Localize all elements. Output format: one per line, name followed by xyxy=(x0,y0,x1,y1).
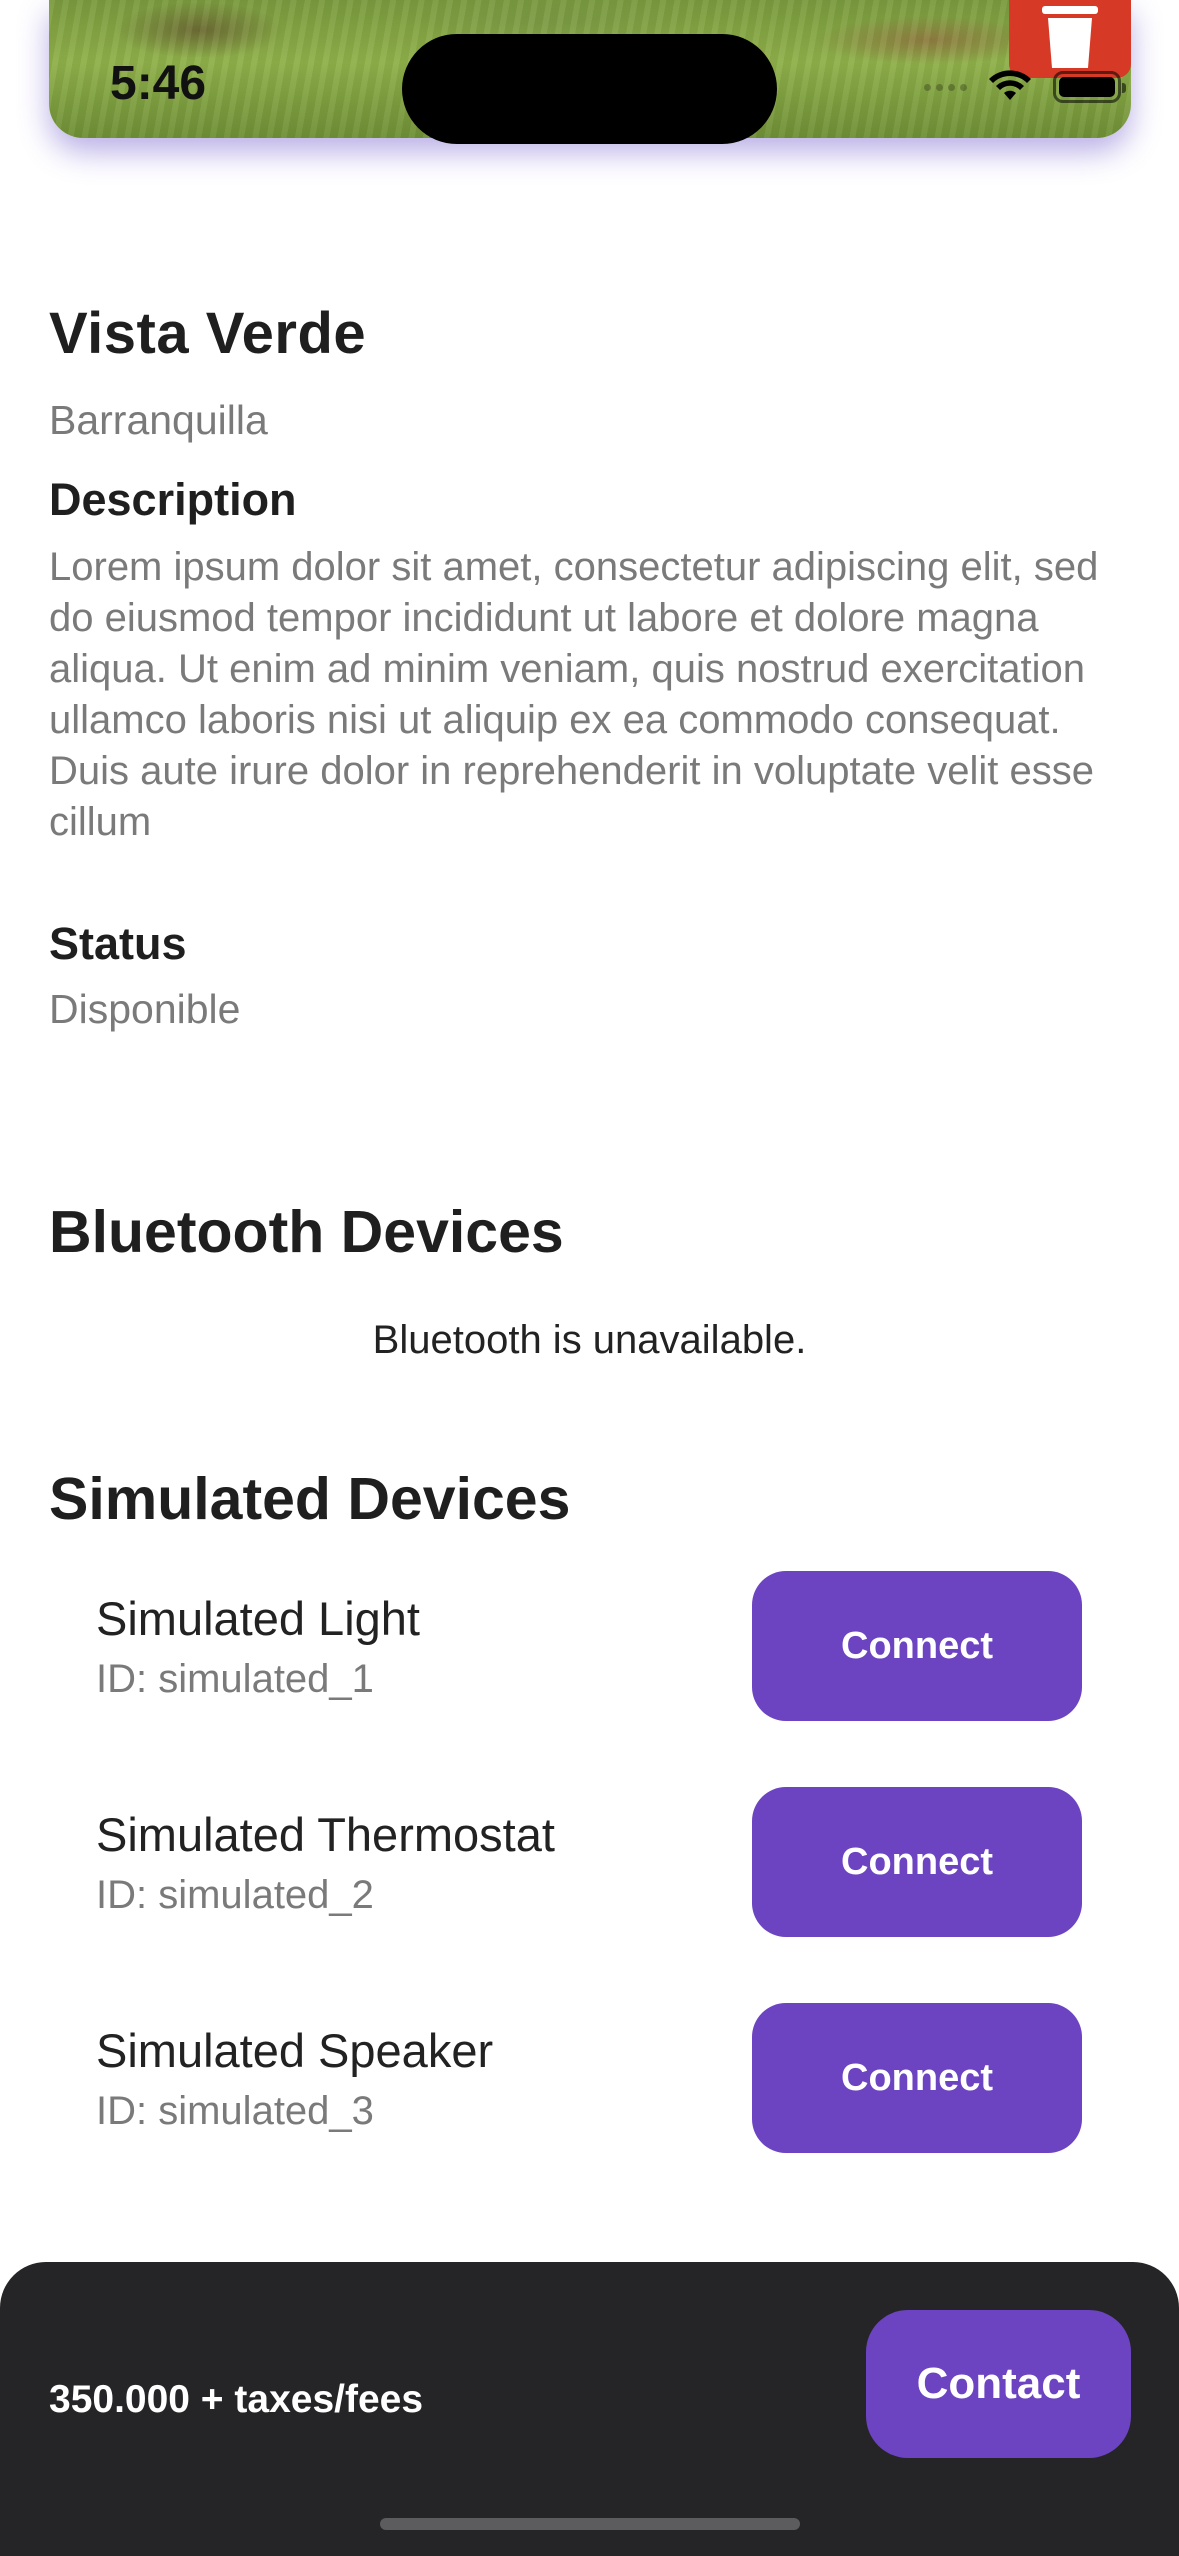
property-city: Barranquilla xyxy=(49,397,268,443)
device-id: ID: simulated_1 xyxy=(96,1657,374,1701)
device-name: Simulated Light xyxy=(96,1592,420,1645)
home-indicator[interactable] xyxy=(380,2518,800,2530)
device-name: Simulated Thermostat xyxy=(96,1808,555,1861)
bluetooth-heading: Bluetooth Devices xyxy=(49,1199,564,1265)
description-text: Lorem ipsum dolor sit amet, consectetur … xyxy=(49,545,1099,844)
property-details: Vista Verde Barranquilla Description Lor… xyxy=(49,300,1130,1033)
device-item: Simulated Light ID: simulated_1 Connect xyxy=(96,1571,1082,1721)
device-item: Simulated Speaker ID: simulated_3 Connec… xyxy=(96,2003,1082,2153)
delete-button[interactable] xyxy=(1009,0,1131,78)
bluetooth-status-message: Bluetooth is unavailable. xyxy=(372,1318,807,1362)
description-label: Description xyxy=(49,474,297,525)
property-title: Vista Verde xyxy=(49,301,367,366)
device-item: Simulated Thermostat ID: simulated_2 Con… xyxy=(96,1787,1082,1937)
connect-button[interactable]: Connect xyxy=(752,1571,1082,1721)
device-name: Simulated Speaker xyxy=(96,2024,494,2077)
trash-icon xyxy=(1042,6,1098,68)
status-icons xyxy=(924,70,1126,104)
device-id: ID: simulated_3 xyxy=(96,2089,374,2133)
dynamic-island xyxy=(402,34,777,144)
contact-button[interactable]: Contact xyxy=(866,2310,1131,2458)
wifi-icon xyxy=(989,70,1031,100)
bottom-action-bar: 350.000 + taxes/fees Contact xyxy=(0,2262,1179,2556)
price-label: 350.000 + taxes/fees xyxy=(49,2378,424,2421)
status-value: Disponible xyxy=(49,986,241,1032)
battery-icon xyxy=(1053,71,1126,103)
status-time: 5:46 xyxy=(110,57,207,110)
device-id: ID: simulated_2 xyxy=(96,1873,374,1917)
simulated-devices-heading: Simulated Devices xyxy=(49,1466,571,1532)
connect-button[interactable]: Connect xyxy=(752,2003,1082,2153)
cellular-signal-icon xyxy=(924,83,967,91)
connect-button[interactable]: Connect xyxy=(752,1787,1082,1937)
status-label: Status xyxy=(49,918,187,969)
